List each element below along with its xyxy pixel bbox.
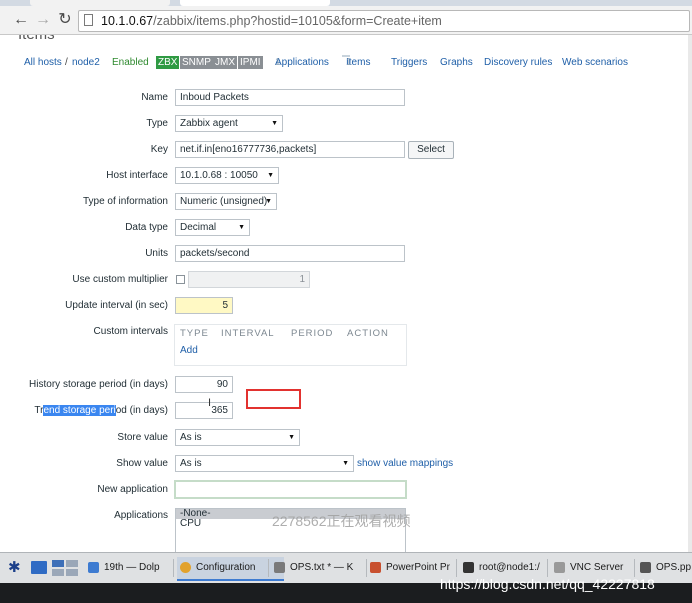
page-content: Items All hosts / node2 Enabled ZBX SNMP… <box>0 35 692 552</box>
column-type: TYPE <box>180 328 209 339</box>
new-application-label: New application <box>97 484 168 495</box>
host-interface-select[interactable]: 10.1.0.68 : 10050 <box>175 167 279 184</box>
show-value-mappings-link[interactable]: show value mappings <box>357 457 453 471</box>
new-application-input[interactable] <box>174 480 407 499</box>
availability-jmx: JMX <box>213 56 237 69</box>
key-select-button[interactable]: Select <box>408 141 454 159</box>
breadcrumb-separator: / <box>65 57 68 68</box>
type-label: Type <box>146 118 168 129</box>
custom-multiplier-label: Use custom multiplier <box>72 274 168 285</box>
custom-intervals-label: Custom intervals <box>93 326 168 337</box>
type-of-information-label: Type of information <box>82 196 168 207</box>
availability-zbx: ZBX <box>156 56 180 69</box>
pager-icon[interactable] <box>52 560 78 576</box>
terminal-icon <box>463 562 474 573</box>
name-input[interactable]: Inboud Packets <box>175 89 405 106</box>
history-label: History storage period (in days) <box>29 379 168 390</box>
column-interval: INTERVAL <box>221 328 275 339</box>
kde-launcher-icon[interactable]: ✱ <box>8 559 21 577</box>
chrome-icon <box>180 562 191 573</box>
data-type-select[interactable]: Decimal <box>175 219 250 236</box>
taskbar: ✱ 19th — Dolp Configuration OPS.txt * — … <box>0 552 692 603</box>
column-action: ACTION <box>347 328 389 339</box>
trends-label: Trend storage period (in days) <box>34 405 168 416</box>
host-interface-label: Host interface <box>106 170 168 181</box>
blog-watermark: https://blog.csdn.net/qq_42227818 <box>440 576 655 592</box>
tab-web-scenarios[interactable]: Web scenarios <box>562 56 628 70</box>
update-interval-input[interactable]: 5 <box>175 297 233 314</box>
data-type-label: Data type <box>125 222 168 233</box>
tab-discovery-rules[interactable]: Discovery rules <box>484 56 552 70</box>
name-label: Name <box>141 92 168 103</box>
host-status-enabled[interactable]: Enabled <box>112 56 149 70</box>
taskbar-divider <box>634 559 635 577</box>
store-value-select[interactable]: As is <box>175 429 300 446</box>
update-interval-label: Update interval (in sec) <box>65 300 168 311</box>
address-bar[interactable]: 10.1.0.67/zabbix/items.php?hostid=10105&… <box>78 10 690 32</box>
store-value-label: Store value <box>117 432 168 443</box>
text-editor-icon <box>274 562 285 573</box>
taskbar-divider <box>456 559 457 577</box>
highlight-rectangle <box>246 389 301 409</box>
key-input[interactable]: net.if.in[eno16777736,packets] <box>175 141 405 158</box>
applications-label: Applications <box>114 510 168 521</box>
key-label: Key <box>150 144 168 155</box>
show-value-select[interactable]: As is <box>175 455 354 472</box>
column-period: PERIOD <box>291 328 334 339</box>
custom-multiplier-checkbox[interactable] <box>176 275 185 284</box>
host-link[interactable]: node2 <box>72 56 100 70</box>
desktop-icon[interactable] <box>31 561 47 574</box>
show-value-label: Show value <box>116 458 168 469</box>
history-input[interactable]: 90 <box>175 376 233 393</box>
trends-label-selection: end storage peri <box>43 405 116 416</box>
vnc-icon <box>554 562 565 573</box>
tab-triggers[interactable]: Triggers <box>391 56 427 70</box>
taskbar-divider <box>268 559 269 577</box>
viewer-watermark: 2278562正在观看视频 <box>272 513 411 529</box>
tab-items[interactable]: Items 1 <box>342 55 370 68</box>
all-hosts-link[interactable]: All hosts <box>24 56 62 70</box>
document-icon <box>640 562 651 573</box>
units-label: Units <box>145 248 168 259</box>
trends-input[interactable]: 365 <box>175 402 233 419</box>
scrollbar[interactable] <box>688 35 692 552</box>
text-cursor-icon: I <box>208 397 212 409</box>
reload-icon[interactable]: ↻ <box>56 10 74 30</box>
type-of-information-select[interactable]: Numeric (unsigned) <box>175 193 277 210</box>
presentation-icon <box>370 562 381 573</box>
add-interval-link[interactable]: Add <box>180 345 198 356</box>
availability-ipmi: IPMI <box>238 56 263 69</box>
custom-multiplier-input[interactable]: 1 <box>188 271 310 288</box>
browser-toolbar: ← → ↻ 10.1.0.67/zabbix/items.php?hostid=… <box>0 6 692 35</box>
folder-icon <box>88 562 99 573</box>
tab-graphs[interactable]: Graphs <box>440 56 473 70</box>
page-title: Items <box>18 35 55 43</box>
back-arrow-icon[interactable]: ← <box>12 10 30 30</box>
forward-arrow-icon[interactable]: → <box>34 10 52 30</box>
page-icon <box>84 14 93 26</box>
taskbar-divider <box>547 559 548 577</box>
taskbar-divider <box>173 559 174 577</box>
type-select[interactable]: Zabbix agent <box>175 115 283 132</box>
units-input[interactable]: packets/second <box>175 245 405 262</box>
custom-intervals-table: TYPE INTERVAL PERIOD ACTION Add <box>174 324 407 366</box>
address-url: 10.1.0.67/zabbix/items.php?hostid=10105&… <box>101 14 442 28</box>
availability-snmp: SNMP <box>180 56 213 69</box>
